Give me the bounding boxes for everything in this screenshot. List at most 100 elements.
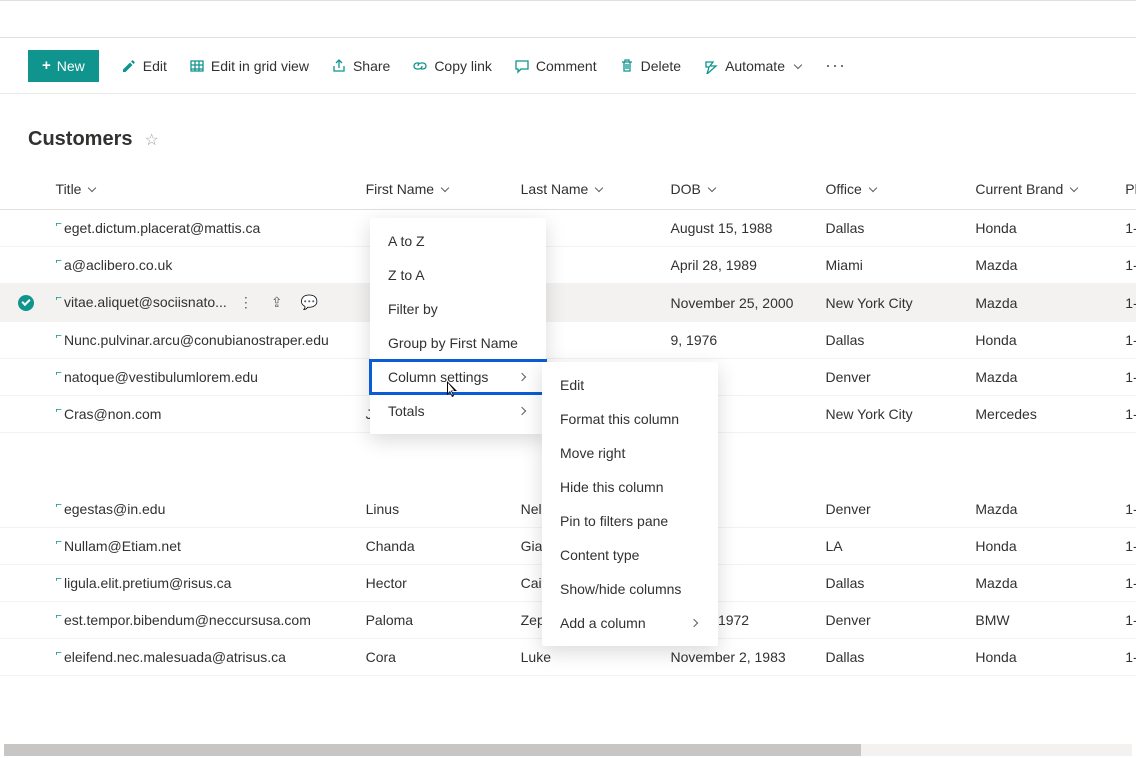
submenu-item-move-right[interactable]: Move right (542, 436, 718, 470)
submenu-item-add-column[interactable]: Add a column (542, 606, 718, 640)
column-header-brand[interactable]: Current Brand (975, 181, 1079, 197)
comment-label: Comment (536, 58, 597, 74)
submenu-item-edit[interactable]: Edit (542, 368, 718, 402)
cell-brand: Mazda (967, 359, 1117, 396)
column-header-phone[interactable]: Pho (1125, 181, 1136, 197)
comment-button[interactable]: Comment (514, 58, 597, 74)
column-header-last-name[interactable]: Last Name (521, 181, 605, 197)
column-header-dob[interactable]: DOB (670, 181, 716, 197)
submenu-item-pin[interactable]: Pin to filters pane (542, 504, 718, 538)
copy-link-button[interactable]: Copy link (412, 58, 492, 74)
cell-phone: 1-96 (1117, 322, 1136, 359)
item-type-icon: ⌐ (56, 500, 62, 511)
cell-phone: 1-21 (1117, 601, 1136, 638)
cell-dob: August 15, 1988 (662, 210, 817, 247)
submenu-item-hide[interactable]: Hide this column (542, 470, 718, 504)
submenu-item-show-hide[interactable]: Show/hide columns (542, 572, 718, 606)
row-title-link[interactable]: eget.dictum.placerat@mattis.ca (64, 220, 260, 236)
row-comment-icon[interactable]: 💬 (301, 294, 318, 311)
column-header-first-name[interactable]: First Name (366, 181, 450, 197)
cell-office: LA (818, 527, 968, 564)
share-icon (331, 58, 347, 74)
column-context-menu: A to Z Z to A Filter by Group by First N… (370, 218, 546, 434)
cell-phone: 1-40 (1117, 638, 1136, 675)
row-title-link[interactable]: Cras@non.com (64, 406, 161, 422)
list-title-row: Customers ☆ (0, 94, 1136, 169)
menu-item-column-settings[interactable]: Column settings (370, 360, 546, 394)
table-row[interactable]: ⌐a@aclibero.co.ukithApril 28, 1989MiamiM… (0, 247, 1136, 284)
cell-dob: April 28, 1989 (662, 247, 817, 284)
selected-check-icon[interactable] (18, 295, 34, 311)
row-title-link[interactable]: a@aclibero.co.uk (64, 257, 172, 273)
submenu-item-content-type[interactable]: Content type (542, 538, 718, 572)
row-more-icon[interactable]: ⋮ (239, 294, 253, 311)
overflow-button[interactable]: ··· (825, 55, 846, 76)
column-header-title[interactable]: Title (56, 181, 98, 197)
list-title: Customers (28, 128, 132, 151)
cell-office: Denver (818, 359, 968, 396)
item-type-icon: ⌐ (56, 574, 62, 585)
command-bar: + New Edit Edit in grid view Share Copy … (0, 38, 1136, 94)
item-type-icon: ⌐ (56, 331, 62, 342)
delete-button[interactable]: Delete (619, 58, 681, 74)
grid-icon (189, 58, 205, 74)
cell-brand: Honda (967, 210, 1117, 247)
row-title-link[interactable]: Nunc.pulvinar.arcu@conubianostraper.edu (64, 332, 329, 348)
edit-label: Edit (143, 58, 167, 74)
row-share-icon[interactable]: ⇪ (271, 294, 283, 311)
column-settings-submenu: Edit Format this column Move right Hide … (542, 362, 718, 646)
new-button[interactable]: + New (28, 50, 99, 82)
item-type-icon: ⌐ (56, 611, 62, 622)
chevron-right-icon (518, 372, 528, 382)
row-title-link[interactable]: vitae.aliquet@sociisnato... (64, 294, 227, 310)
edit-button[interactable]: Edit (121, 58, 167, 74)
chevron-down-icon (87, 184, 97, 194)
cell-phone: 1-81 (1117, 247, 1136, 284)
table-row[interactable]: ⌐vitae.aliquet@sociisnato...⋮⇪💬ithNovemb… (0, 284, 1136, 322)
menu-item-z-to-a[interactable]: Z to A (370, 258, 546, 292)
cell-office: Dallas (818, 322, 968, 359)
row-title-link[interactable]: est.tempor.bibendum@neccursusa.com (64, 612, 311, 628)
new-button-label: New (57, 58, 85, 74)
submenu-item-format[interactable]: Format this column (542, 402, 718, 436)
row-title-link[interactable]: natoque@vestibulumlorem.edu (64, 369, 258, 385)
cell-phone: 1-48 (1117, 396, 1136, 433)
cell-phone: 1-55 (1117, 359, 1136, 396)
horizontal-scrollbar[interactable] (4, 744, 1132, 756)
chevron-down-icon (868, 184, 878, 194)
column-header-office[interactable]: Office (826, 181, 878, 197)
share-button[interactable]: Share (331, 58, 390, 74)
item-type-icon: ⌐ (56, 405, 62, 416)
row-title-link[interactable]: Nullam@Etiam.net (64, 538, 181, 554)
cell-office: New York City (818, 396, 968, 433)
scrollbar-thumb[interactable] (4, 744, 861, 756)
cell-office: Dallas (818, 210, 968, 247)
item-type-icon: ⌐ (56, 293, 62, 304)
row-title-link[interactable]: egestas@in.edu (64, 501, 165, 517)
menu-item-filter-by[interactable]: Filter by (370, 292, 546, 326)
cell-dob: November 25, 2000 (662, 284, 817, 322)
trash-icon (619, 58, 635, 74)
edit-grid-button[interactable]: Edit in grid view (189, 58, 309, 74)
favorite-star-icon[interactable]: ☆ (144, 130, 158, 150)
table-row[interactable]: ⌐Nunc.pulvinar.arcu@conubianostraper.edu… (0, 322, 1136, 359)
row-title-link[interactable]: ligula.elit.pretium@risus.ca (64, 575, 232, 591)
automate-button[interactable]: Automate (703, 58, 803, 74)
menu-item-group-by[interactable]: Group by First Name (370, 326, 546, 360)
cell-fn: Chanda (358, 527, 513, 564)
edit-grid-label: Edit in grid view (211, 58, 309, 74)
cell-brand: Mazda (967, 564, 1117, 601)
row-title-link[interactable]: eleifend.nec.malesuada@atrisus.ca (64, 649, 286, 665)
comment-icon (514, 58, 530, 74)
cell-phone: 1-50 (1117, 491, 1136, 528)
menu-item-totals[interactable]: Totals (370, 394, 546, 428)
cell-office: New York City (818, 284, 968, 322)
cell-fn: Paloma (358, 601, 513, 638)
automate-icon (703, 58, 719, 74)
share-label: Share (353, 58, 390, 74)
menu-item-a-to-z[interactable]: A to Z (370, 224, 546, 258)
item-type-icon: ⌐ (56, 368, 62, 379)
cell-brand: Mazda (967, 491, 1117, 528)
table-row[interactable]: ⌐eget.dictum.placerat@mattis.caelleAugus… (0, 210, 1136, 247)
item-type-icon: ⌐ (56, 648, 62, 659)
